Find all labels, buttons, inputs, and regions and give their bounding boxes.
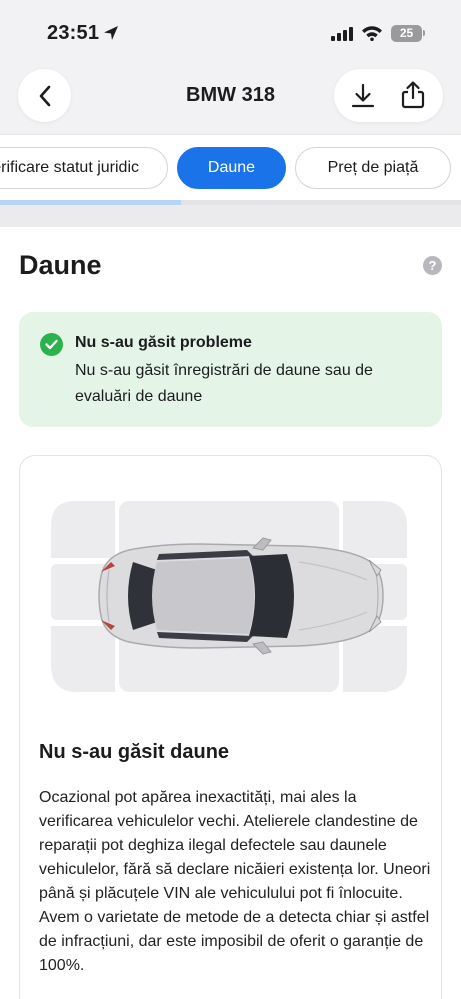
zone-rear-left xyxy=(51,626,115,692)
share-icon[interactable] xyxy=(400,81,426,109)
header-actions xyxy=(334,69,443,122)
checkmark-icon xyxy=(40,333,63,356)
tab-legal-status[interactable]: Verificare statut juridic xyxy=(0,147,168,189)
zone-front-right xyxy=(343,501,407,558)
alert-text: Nu s-au găsit înregistrări de daune sau … xyxy=(75,362,373,405)
card-text: Ocazional pot apărea inexactități, mai a… xyxy=(39,789,431,974)
tab-market-price[interactable]: Preț de piață xyxy=(295,147,451,189)
tab-bar: Verificare statut juridic Daune Preț de … xyxy=(0,134,461,200)
zone-front-left xyxy=(51,501,115,558)
download-icon[interactable] xyxy=(350,83,376,109)
status-alert: Nu s-au găsit probleme Nu s-au găsit înr… xyxy=(19,312,442,427)
signal-icon xyxy=(331,27,353,41)
car-damage-diagram xyxy=(51,501,407,692)
header: BMW 318 xyxy=(0,64,461,134)
tab-damages[interactable]: Daune xyxy=(177,147,286,189)
main-content: Daune ? Nu s-au găsit probleme Nu s-au g… xyxy=(0,227,461,999)
battery-icon: 25 xyxy=(391,25,422,42)
help-icon[interactable]: ? xyxy=(423,256,442,275)
car-illustration xyxy=(98,537,384,655)
damage-card: Nu s-au găsit daune Ocazional pot apărea… xyxy=(19,455,442,999)
wifi-icon xyxy=(362,26,382,41)
section-divider xyxy=(0,205,461,227)
status-time: 23:51 xyxy=(47,22,100,44)
location-arrow-icon xyxy=(104,26,118,40)
battery-nub xyxy=(423,30,425,36)
status-bar: 23:51 25 xyxy=(0,0,461,64)
alert-title: Nu s-au găsit probleme xyxy=(75,334,252,351)
card-title: Nu s-au găsit daune xyxy=(39,741,230,763)
section-title: Daune xyxy=(19,250,102,280)
